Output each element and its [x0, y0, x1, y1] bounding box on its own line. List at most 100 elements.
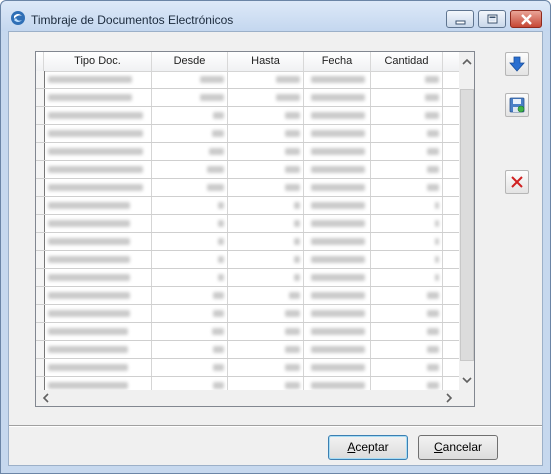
- table-cell[interactable]: [371, 359, 443, 376]
- table-cell[interactable]: [44, 287, 152, 304]
- table-cell[interactable]: [44, 197, 152, 214]
- table-cell[interactable]: [152, 269, 228, 286]
- table-cell[interactable]: [44, 305, 152, 322]
- table-row[interactable]: [36, 323, 459, 341]
- table-cell[interactable]: [228, 71, 304, 88]
- table-row[interactable]: [36, 233, 459, 251]
- column-header-fecha[interactable]: Fecha: [304, 52, 371, 71]
- table-row[interactable]: [36, 143, 459, 161]
- table-row[interactable]: [36, 89, 459, 107]
- column-header-desde[interactable]: Desde: [152, 52, 228, 71]
- table-cell[interactable]: [304, 89, 371, 106]
- table-row[interactable]: [36, 215, 459, 233]
- table-cell[interactable]: [304, 233, 371, 250]
- table-cell[interactable]: [371, 215, 443, 232]
- scroll-left-icon[interactable]: [38, 390, 54, 406]
- table-row[interactable]: [36, 359, 459, 377]
- table-cell[interactable]: [228, 305, 304, 322]
- table-cell[interactable]: [371, 143, 443, 160]
- table-cell[interactable]: [371, 269, 443, 286]
- table-cell[interactable]: [228, 179, 304, 196]
- table-cell[interactable]: [152, 341, 228, 358]
- table-cell[interactable]: [228, 197, 304, 214]
- column-header-hasta[interactable]: Hasta: [228, 52, 304, 71]
- table-cell[interactable]: [152, 305, 228, 322]
- table-cell[interactable]: [228, 161, 304, 178]
- table-cell[interactable]: [304, 359, 371, 376]
- close-button[interactable]: [510, 10, 542, 28]
- table-cell[interactable]: [152, 107, 228, 124]
- table-cell[interactable]: [304, 269, 371, 286]
- table-cell[interactable]: [228, 143, 304, 160]
- table-cell[interactable]: [304, 161, 371, 178]
- table-cell[interactable]: [152, 323, 228, 340]
- title-bar[interactable]: Timbraje de Documentos Electrónicos: [1, 1, 550, 31]
- table-cell[interactable]: [304, 143, 371, 160]
- table-cell[interactable]: [304, 107, 371, 124]
- table-cell[interactable]: [152, 233, 228, 250]
- table-cell[interactable]: [371, 305, 443, 322]
- table-cell[interactable]: [44, 179, 152, 196]
- table-cell[interactable]: [371, 323, 443, 340]
- table-cell[interactable]: [44, 161, 152, 178]
- table-cell[interactable]: [228, 251, 304, 268]
- table-cell[interactable]: [152, 89, 228, 106]
- table-cell[interactable]: [371, 287, 443, 304]
- table-cell[interactable]: [228, 359, 304, 376]
- table-cell[interactable]: [152, 143, 228, 160]
- table-cell[interactable]: [304, 179, 371, 196]
- table-cell[interactable]: [304, 71, 371, 88]
- table-cell[interactable]: [228, 107, 304, 124]
- table-cell[interactable]: [152, 215, 228, 232]
- table-cell[interactable]: [304, 125, 371, 142]
- table-cell[interactable]: [228, 287, 304, 304]
- column-header-cantidad[interactable]: Cantidad: [371, 52, 443, 71]
- table-cell[interactable]: [44, 341, 152, 358]
- table-cell[interactable]: [304, 305, 371, 322]
- table-cell[interactable]: [228, 233, 304, 250]
- table-cell[interactable]: [228, 215, 304, 232]
- scroll-right-icon[interactable]: [441, 390, 457, 406]
- table-cell[interactable]: [44, 359, 152, 376]
- table-cell[interactable]: [371, 233, 443, 250]
- table-cell[interactable]: [44, 89, 152, 106]
- table-cell[interactable]: [228, 269, 304, 286]
- table-cell[interactable]: [44, 107, 152, 124]
- table-row[interactable]: [36, 197, 459, 215]
- table-cell[interactable]: [152, 287, 228, 304]
- table-cell[interactable]: [228, 341, 304, 358]
- table-row[interactable]: [36, 269, 459, 287]
- vertical-scrollbar[interactable]: [459, 52, 474, 390]
- maximize-button[interactable]: [478, 10, 506, 28]
- horizontal-scrollbar[interactable]: [36, 390, 459, 406]
- table-cell[interactable]: [371, 71, 443, 88]
- table-row[interactable]: [36, 179, 459, 197]
- table-cell[interactable]: [152, 125, 228, 142]
- minimize-button[interactable]: [446, 10, 474, 28]
- table-cell[interactable]: [44, 215, 152, 232]
- documents-grid[interactable]: Tipo Doc. Desde Hasta Fecha Cantidad: [35, 51, 475, 407]
- table-cell[interactable]: [152, 359, 228, 376]
- table-cell[interactable]: [44, 233, 152, 250]
- table-cell[interactable]: [371, 125, 443, 142]
- cancel-button[interactable]: Cancelar: [418, 435, 498, 460]
- table-cell[interactable]: [304, 197, 371, 214]
- table-cell[interactable]: [304, 215, 371, 232]
- table-cell[interactable]: [44, 323, 152, 340]
- table-cell[interactable]: [371, 179, 443, 196]
- table-cell[interactable]: [371, 107, 443, 124]
- table-cell[interactable]: [152, 251, 228, 268]
- table-cell[interactable]: [304, 287, 371, 304]
- save-button[interactable]: [505, 93, 529, 117]
- table-cell[interactable]: [304, 251, 371, 268]
- accept-button[interactable]: Aceptar: [328, 435, 408, 460]
- table-cell[interactable]: [228, 125, 304, 142]
- table-row[interactable]: [36, 305, 459, 323]
- table-cell[interactable]: [152, 197, 228, 214]
- table-row[interactable]: [36, 107, 459, 125]
- table-cell[interactable]: [44, 71, 152, 88]
- table-cell[interactable]: [371, 197, 443, 214]
- table-row[interactable]: [36, 287, 459, 305]
- table-cell[interactable]: [228, 89, 304, 106]
- table-cell[interactable]: [371, 89, 443, 106]
